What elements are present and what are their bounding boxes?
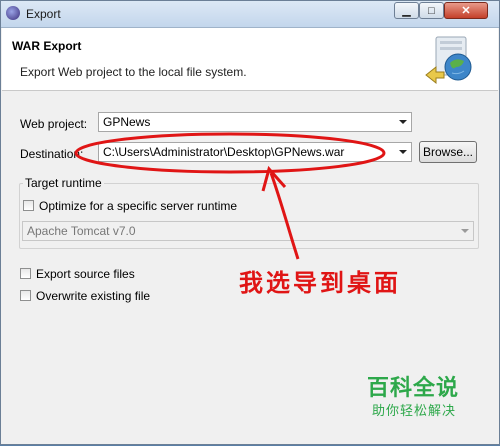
- export-dialog: Export ▁ □ ✕ WAR Export Export Web proje…: [0, 0, 500, 445]
- highlight-ellipse: [74, 132, 386, 174]
- watermark-tagline: 助你轻松解决: [372, 403, 457, 418]
- annotation-text: 我选导到桌面: [239, 268, 401, 297]
- watermark-logo: 百科全说: [367, 375, 460, 400]
